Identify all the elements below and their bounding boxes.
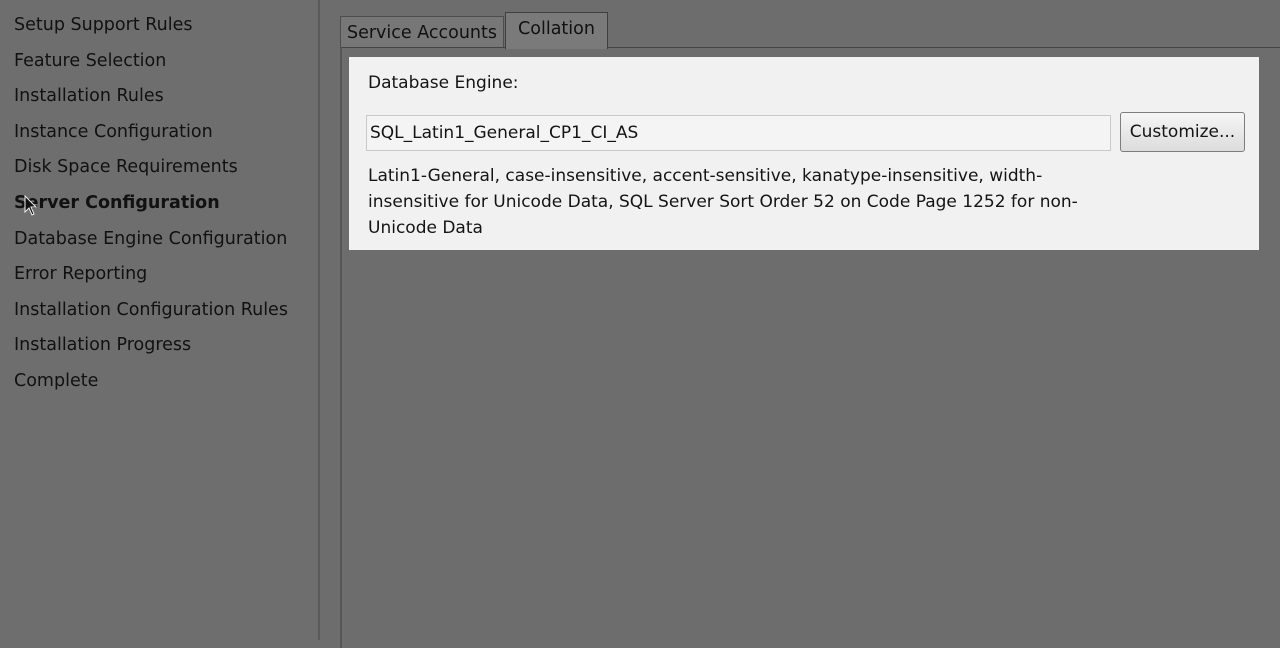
sidebar-item-disk-space-requirements[interactable]: Disk Space Requirements (0, 154, 318, 190)
sidebar-item-installation-progress[interactable]: Installation Progress (0, 332, 318, 368)
collation-description-line: Unicode Data (368, 218, 483, 238)
database-engine-label: Database Engine: (368, 73, 519, 93)
sidebar-item-server-configuration[interactable]: Server Configuration (0, 190, 318, 226)
collation-description: Latin1-General, case-insensitive, accent… (368, 163, 1128, 241)
sidebar-item-complete[interactable]: Complete (0, 368, 318, 404)
server-configuration-pane: Service Accounts Collation Database Engi… (320, 0, 1280, 648)
customize-button[interactable]: Customize... (1120, 112, 1245, 152)
mouse-pointer-icon (24, 195, 38, 216)
collation-description-line: insensitive for Unicode Data, SQL Server… (368, 192, 1078, 212)
collation-panel: Database Engine: SQL_Latin1_General_CP1_… (349, 57, 1259, 250)
sidebar-item-installation-configuration-rules[interactable]: Installation Configuration Rules (0, 297, 318, 333)
tab-service-accounts[interactable]: Service Accounts (340, 16, 504, 48)
sidebar-item-database-engine-configuration[interactable]: Database Engine Configuration (0, 226, 318, 262)
sidebar-item-instance-configuration[interactable]: Instance Configuration (0, 119, 318, 155)
sidebar-item-feature-selection[interactable]: Feature Selection (0, 48, 318, 84)
sidebar-item-error-reporting[interactable]: Error Reporting (0, 261, 318, 297)
setup-steps-sidebar: Setup Support Rules Feature Selection In… (0, 0, 320, 640)
collation-description-line: Latin1-General, case-insensitive, accent… (368, 166, 1043, 186)
sidebar-item-setup-support-rules[interactable]: Setup Support Rules (0, 12, 318, 48)
collation-value-field: SQL_Latin1_General_CP1_CI_AS (366, 115, 1111, 151)
setup-steps-list: Setup Support Rules Feature Selection In… (0, 0, 318, 404)
sidebar-item-installation-rules[interactable]: Installation Rules (0, 83, 318, 119)
tab-collation[interactable]: Collation (505, 12, 608, 49)
